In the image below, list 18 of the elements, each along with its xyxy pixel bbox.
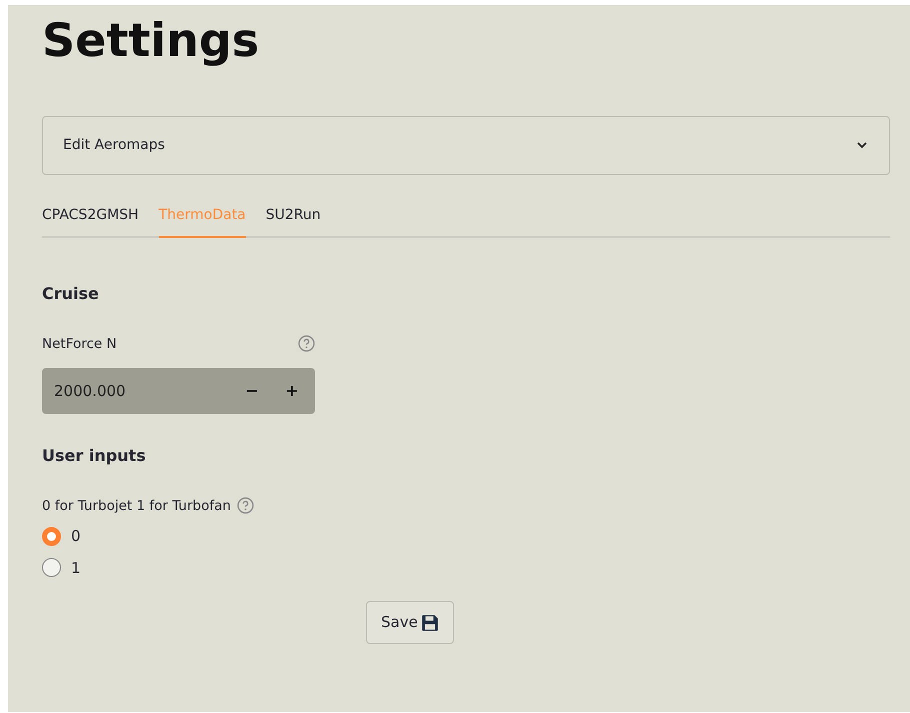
radio-button[interactable]	[42, 526, 61, 546]
radio-label: 1	[71, 558, 81, 579]
radio-button[interactable]	[42, 558, 61, 578]
field-label: NetForce N	[42, 334, 117, 354]
section-heading: User inputs	[42, 444, 147, 467]
decrement-button[interactable]: −	[232, 368, 272, 414]
tab[interactable]: CPACS2GMSH	[42, 204, 139, 238]
expander-header[interactable]: Edit Aeromaps	[42, 116, 890, 175]
help-icon[interactable]	[236, 497, 254, 514]
save-button[interactable]: Save	[366, 601, 454, 644]
increment-button[interactable]: +	[272, 368, 312, 414]
tab[interactable]: SU2Run	[266, 204, 321, 238]
number-input[interactable]: 2000.000 − +	[42, 368, 315, 414]
section-heading: Cruise	[42, 282, 100, 305]
field-label: 0 for Turbojet 1 for Turbofan	[42, 496, 231, 516]
help-icon[interactable]	[298, 335, 315, 352]
radio-label: 0	[71, 526, 81, 548]
page-title: Settings	[42, 12, 260, 66]
